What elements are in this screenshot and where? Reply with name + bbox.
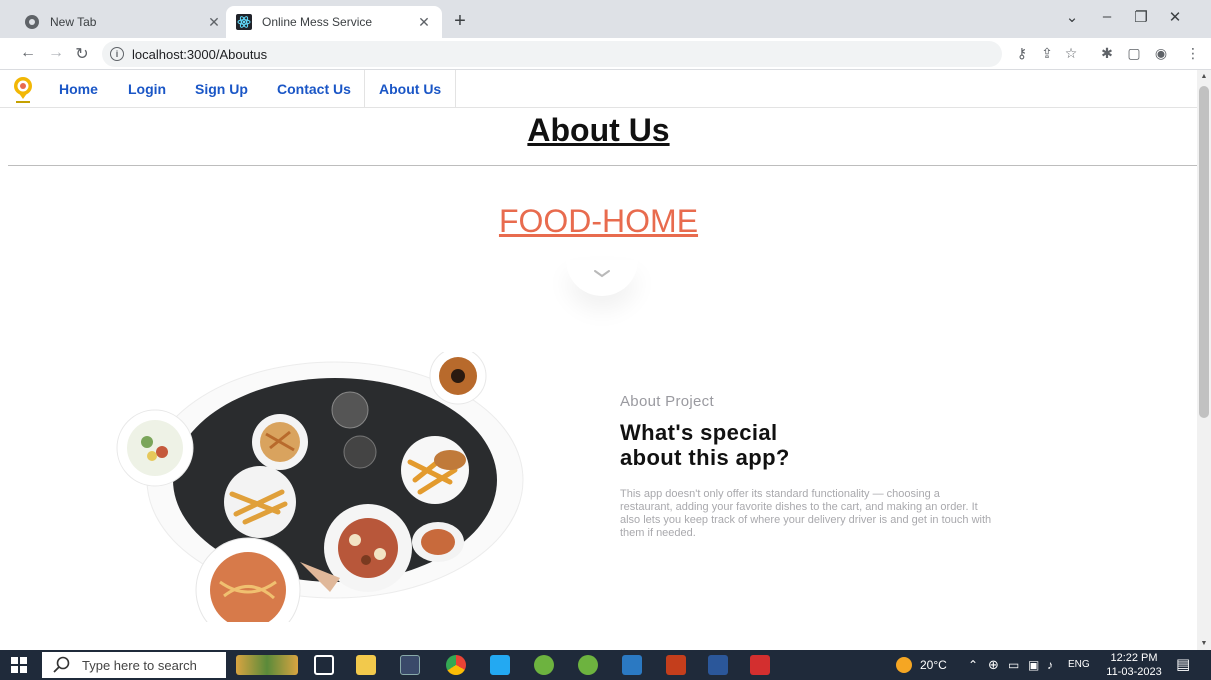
chrome-icon [25, 15, 39, 29]
tab-new-tab[interactable]: New Tab ✕ [14, 6, 232, 38]
page-viewport: Home Login Sign Up Contact Us About Us A… [0, 70, 1211, 650]
powerpoint-icon[interactable] [666, 655, 686, 675]
nav-login[interactable]: Login [114, 70, 180, 108]
scrollbar-thumb[interactable] [1199, 86, 1209, 418]
side-panel-icon[interactable]: ▢ [1125, 45, 1143, 62]
clock-date: 11-03-2023 [1106, 666, 1162, 678]
weather-sun-icon[interactable] [896, 650, 912, 680]
section-body: This app doesn't only offer its standard… [620, 488, 992, 539]
windows-taskbar: Type here to search 20°C ⌃ ⊕ ▭ ▣ ♪ ENG 1… [0, 650, 1211, 680]
close-icon[interactable]: ✕ [206, 14, 222, 31]
logo-icon[interactable] [10, 75, 36, 105]
acrobat-icon[interactable] [750, 655, 770, 675]
divider [8, 165, 1197, 166]
spring-tool-icon-2[interactable] [578, 655, 598, 675]
address-bar[interactable]: i localhost:3000/Aboutus [102, 41, 1002, 67]
scroll-down-button[interactable] [566, 260, 638, 296]
bookmark-star-icon[interactable]: ☆ [1062, 45, 1080, 62]
react-icon [236, 14, 252, 30]
windows-start-icon[interactable] [10, 656, 28, 674]
nav-about-us[interactable]: About Us [364, 70, 457, 108]
speaker-icon[interactable]: ♪ [1047, 650, 1053, 680]
language-indicator[interactable]: ENG [1068, 650, 1090, 680]
chrome-taskbar-icon[interactable] [446, 655, 466, 675]
about-project-section: About Project What's special about this … [620, 393, 1000, 540]
browser-tab-strip: New Tab ✕ Online Mess Service ✕ + ⌄ – ❐ … [0, 0, 1211, 38]
page-scrollbar[interactable]: ▲ ▼ [1197, 70, 1211, 650]
tab-online-mess-service[interactable]: Online Mess Service ✕ [226, 6, 442, 38]
spring-tool-icon[interactable] [534, 655, 554, 675]
nav-sign-up[interactable]: Sign Up [181, 70, 262, 108]
food-platter-image [116, 352, 524, 622]
scroll-down-arrow-icon[interactable]: ▼ [1197, 640, 1211, 647]
vscode-icon[interactable] [490, 655, 510, 675]
tray-chevron-up-icon[interactable]: ⌃ [968, 650, 978, 680]
news-widget-icon[interactable] [236, 655, 298, 675]
headline-line: What's special [620, 420, 778, 445]
tab-title: Online Mess Service [262, 15, 373, 29]
task-view-icon[interactable] [314, 655, 334, 675]
page-title: About Us [527, 112, 670, 148]
file-explorer-icon[interactable] [356, 655, 376, 675]
close-icon[interactable]: ✕ [416, 14, 432, 31]
forward-icon[interactable]: → [46, 44, 66, 62]
url-text: localhost:3000/Aboutus [132, 46, 268, 62]
profile-avatar-icon[interactable]: ◉ [1152, 45, 1170, 62]
photos-icon[interactable] [622, 655, 642, 675]
share-icon[interactable]: ⇪ [1038, 45, 1056, 62]
terminal-app-icon[interactable] [400, 655, 420, 675]
chevron-down-icon [594, 270, 610, 278]
weather-temp[interactable]: 20°C [920, 650, 947, 680]
search-placeholder: Type here to search [82, 657, 197, 673]
nav-contact-us[interactable]: Contact Us [263, 70, 365, 108]
tab-search-icon[interactable]: ⌄ [1062, 8, 1082, 26]
notifications-icon[interactable]: ▤ [1176, 650, 1190, 680]
clock-time: 12:22 PM [1110, 652, 1158, 664]
word-icon[interactable] [708, 655, 728, 675]
brand-heading[interactable]: FOOD-HOME [0, 203, 1197, 240]
window-close-icon[interactable]: ✕ [1165, 8, 1185, 26]
menu-icon[interactable]: ⋮ [1184, 45, 1202, 62]
site-navbar: Home Login Sign Up Contact Us About Us [0, 70, 1197, 108]
key-icon[interactable]: ⚷ [1013, 45, 1031, 62]
battery-icon[interactable]: ▭ [1008, 650, 1019, 680]
scroll-up-arrow-icon[interactable]: ▲ [1197, 73, 1211, 80]
minimize-icon[interactable]: – [1097, 8, 1117, 25]
taskbar-clock[interactable]: 12:22 PM 11-03-2023 [1098, 651, 1170, 679]
new-tab-button[interactable]: + [448, 10, 472, 33]
headline-line: about this app? [620, 445, 790, 470]
section-headline: What's special about this app? [620, 420, 1000, 470]
back-icon[interactable]: ← [18, 44, 38, 62]
reload-icon[interactable]: ↻ [72, 44, 92, 64]
nav-home[interactable]: Home [45, 70, 112, 108]
taskbar-search-box[interactable]: Type here to search [42, 652, 226, 678]
network-globe-icon[interactable]: ⊕ [988, 650, 999, 680]
browser-toolbar: ← → ↻ i localhost:3000/Aboutus ⚷ ⇪ ☆ ✱ ▢… [0, 38, 1211, 70]
restore-icon[interactable]: ❐ [1131, 8, 1151, 26]
extensions-icon[interactable]: ✱ [1098, 45, 1116, 62]
section-eyebrow: About Project [620, 393, 714, 410]
search-icon [53, 656, 70, 673]
site-info-icon[interactable]: i [110, 47, 124, 61]
tab-title: New Tab [50, 15, 97, 29]
display-icon[interactable]: ▣ [1028, 650, 1039, 680]
